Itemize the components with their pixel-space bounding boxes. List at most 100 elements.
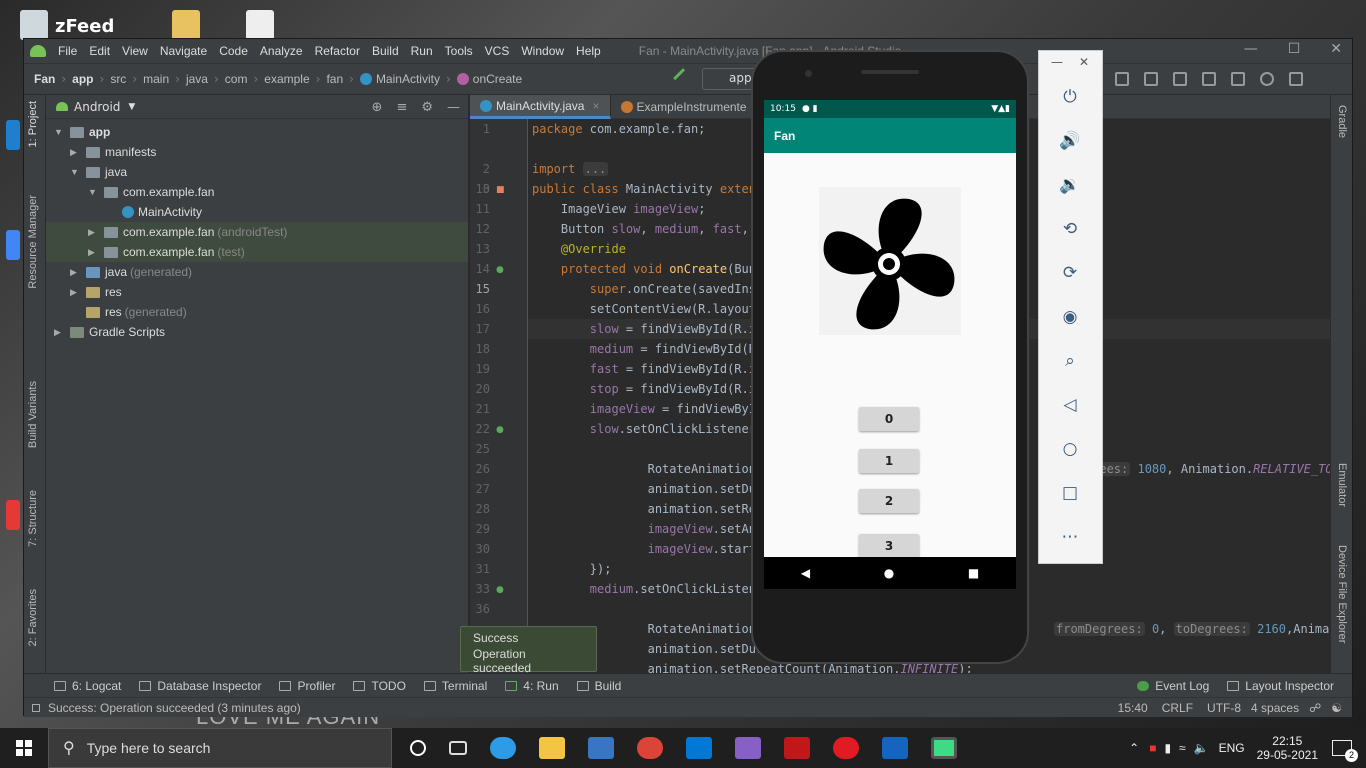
breadcrumb-java[interactable]: java xyxy=(186,72,208,86)
tab-exampleinstrumented[interactable]: ExampleInstrumente xyxy=(611,95,758,119)
tree-item-gradle-scripts[interactable]: ▶ Gradle Scripts xyxy=(46,322,468,342)
desktop-app-icon-2[interactable] xyxy=(6,230,20,260)
breadcrumb-app[interactable]: app xyxy=(72,72,93,86)
breadcrumb-oncreate[interactable]: onCreate xyxy=(473,72,522,86)
mail-icon[interactable] xyxy=(686,737,712,759)
project-structure-icon[interactable] xyxy=(1115,72,1129,86)
android-studio-taskbar-icon[interactable] xyxy=(931,737,957,759)
menu-refactor[interactable]: Refactor xyxy=(315,44,360,58)
clock[interactable]: 22:15 29-05-2021 xyxy=(1257,734,1318,762)
task-view-icon[interactable] xyxy=(449,741,467,755)
chevron-down-icon[interactable]: ▼ xyxy=(128,102,135,112)
speed-button-2[interactable]: 2 xyxy=(859,489,919,513)
cortana-icon[interactable] xyxy=(410,740,426,756)
hide-icon[interactable]: — xyxy=(447,100,460,115)
tool-build[interactable]: Build xyxy=(576,679,621,693)
home-icon[interactable]: ● xyxy=(884,566,894,580)
caret-position[interactable]: 15:40 xyxy=(1118,701,1148,715)
overview-icon[interactable]: □ xyxy=(1059,482,1081,504)
opera-icon[interactable] xyxy=(833,737,859,759)
rotate-left-icon[interactable]: ⟲ xyxy=(1059,218,1081,240)
menu-help[interactable]: Help xyxy=(576,44,601,58)
sync-icon[interactable] xyxy=(1173,72,1187,86)
tree-item-package[interactable]: ▼ com.example.fan xyxy=(46,182,468,202)
menu-view[interactable]: View xyxy=(122,44,148,58)
collapse-icon[interactable]: ≡ xyxy=(396,100,407,115)
breadcrumb-fan-package[interactable]: fan xyxy=(326,72,343,86)
desktop-app-icon[interactable] xyxy=(6,120,20,150)
menu-analyze[interactable]: Analyze xyxy=(260,44,303,58)
wifi-icon[interactable]: ≈ xyxy=(1179,741,1186,755)
tool-todo[interactable]: TODO xyxy=(353,679,406,693)
tool-tab-build-variants[interactable]: Build Variants xyxy=(27,381,39,448)
panel-minimize-icon[interactable]: — xyxy=(1051,55,1063,69)
notification-toast[interactable]: Success Operation succeeded xyxy=(460,626,597,675)
tool-tab-structure[interactable]: 7: Structure xyxy=(27,490,39,547)
override-gutter-icon[interactable]: ● xyxy=(496,425,506,435)
tree-item-java-generated[interactable]: ▶ java (generated) xyxy=(46,262,468,282)
tool-tab-gradle[interactable]: Gradle xyxy=(1336,105,1348,138)
tree-item-res[interactable]: ▶ res xyxy=(46,282,468,302)
screenshot-camera-icon[interactable]: ◉ xyxy=(1059,306,1081,328)
back-icon[interactable]: ◀ xyxy=(801,566,810,580)
volume-icon[interactable]: 🔈 xyxy=(1194,741,1209,755)
volume-down-icon[interactable]: 🔉 xyxy=(1059,174,1081,196)
tool-event-log[interactable]: Event Log xyxy=(1137,679,1209,693)
breadcrumb-mainactivity[interactable]: MainActivity xyxy=(376,72,440,86)
visual-studio-icon[interactable] xyxy=(735,737,761,759)
store-icon[interactable] xyxy=(588,737,614,759)
word-icon[interactable] xyxy=(882,737,908,759)
tool-tab-resource-manager[interactable]: Resource Manager xyxy=(27,195,39,289)
tool-logcat[interactable]: 6: Logcat xyxy=(54,679,121,693)
taskbar-search[interactable]: ⚲ Type here to search xyxy=(48,728,392,768)
start-button[interactable] xyxy=(0,728,48,768)
zoom-icon[interactable]: ⌕ xyxy=(1059,350,1081,372)
tool-database-inspector[interactable]: Database Inspector xyxy=(139,679,261,693)
speed-button-3[interactable]: 3 xyxy=(859,534,919,558)
home-icon[interactable]: ○ xyxy=(1059,438,1081,460)
locate-icon[interactable]: ⊕ xyxy=(372,100,383,115)
tool-tab-device-file-explorer[interactable]: Device File Explorer xyxy=(1336,545,1348,643)
breadcrumb-com[interactable]: com xyxy=(225,72,248,86)
minimize-icon[interactable]: — xyxy=(1244,41,1258,57)
settings-icon[interactable] xyxy=(1289,72,1303,86)
override-gutter-icon[interactable]: ● xyxy=(496,265,506,275)
run-configuration-select[interactable]: app xyxy=(702,68,756,90)
edge-browser-icon[interactable] xyxy=(490,737,516,759)
breadcrumb-example[interactable]: example xyxy=(264,72,309,86)
menu-vcs[interactable]: VCS xyxy=(485,44,510,58)
desktop-app-icon-3[interactable] xyxy=(6,500,20,530)
tree-item-java[interactable]: ▼ java xyxy=(46,162,468,182)
build-hammer-icon[interactable] xyxy=(673,68,693,88)
menu-edit[interactable]: Edit xyxy=(89,44,110,58)
close-tab-icon[interactable]: × xyxy=(592,99,599,113)
back-icon[interactable]: ◁ xyxy=(1059,394,1081,416)
tree-item-app[interactable]: ▼ app xyxy=(46,122,468,142)
maximize-icon[interactable]: ☐ xyxy=(1288,41,1301,57)
menu-build[interactable]: Build xyxy=(372,44,399,58)
override-gutter-icon[interactable]: ● xyxy=(496,585,506,595)
status-message[interactable]: Success: Operation succeeded (3 minutes … xyxy=(48,701,301,715)
file-encoding[interactable]: UTF-8 xyxy=(1207,701,1241,715)
chevron-up-icon[interactable]: ⌃ xyxy=(1129,741,1139,755)
avd-manager-icon[interactable] xyxy=(1144,72,1158,86)
tool-tab-project[interactable]: 1: Project xyxy=(27,101,39,147)
search-icon[interactable] xyxy=(1260,72,1274,86)
tool-tab-emulator[interactable]: Emulator xyxy=(1336,463,1348,507)
project-view-select[interactable]: Android xyxy=(74,100,120,114)
power-icon[interactable]: ⏻ xyxy=(1059,86,1081,108)
breadcrumb-fan[interactable]: Fan xyxy=(34,72,55,86)
document-icon[interactable] xyxy=(246,10,274,40)
notification-center-icon[interactable]: 2 xyxy=(1332,740,1358,762)
menu-run[interactable]: Run xyxy=(411,44,433,58)
recents-icon[interactable]: ■ xyxy=(968,566,979,580)
more-icon[interactable]: ⋯ xyxy=(1059,526,1081,548)
battery-icon[interactable]: ▮ xyxy=(1164,741,1171,755)
recycle-bin-icon[interactable] xyxy=(20,10,48,40)
menu-navigate[interactable]: Navigate xyxy=(160,44,207,58)
speed-button-1[interactable]: 1 xyxy=(859,449,919,473)
speed-button-0[interactable]: 0 xyxy=(859,407,919,431)
close-icon[interactable]: ✕ xyxy=(1330,41,1342,57)
breadcrumb-src[interactable]: src xyxy=(110,72,126,86)
tool-run[interactable]: 4: Run xyxy=(505,679,559,693)
